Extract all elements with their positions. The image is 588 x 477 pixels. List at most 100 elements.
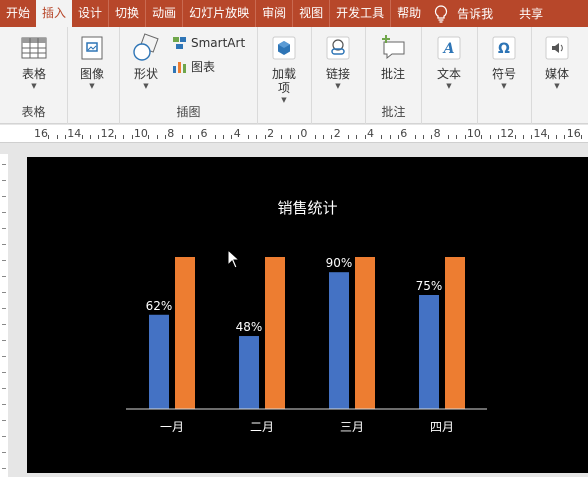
speaker-icon	[545, 36, 569, 60]
bar-series-2[interactable]	[355, 257, 375, 409]
data-label[interactable]: 90%	[326, 256, 353, 270]
svg-text:A: A	[442, 41, 455, 57]
bar-series-2[interactable]	[175, 257, 195, 409]
ruler-tick	[314, 135, 316, 139]
share-button[interactable]: 共享	[519, 5, 543, 22]
chevron-down-icon: ▼	[446, 82, 452, 90]
ruler-number: 6	[200, 127, 208, 140]
bar-series-1[interactable]	[419, 295, 439, 409]
addins-button-label: 加载项	[271, 67, 296, 95]
slide[interactable]: 销售统计 62% 一月 48% 二月 90% 三月 75% 四月	[27, 157, 588, 473]
ruler-tick	[2, 436, 6, 437]
category-label[interactable]: 二月	[250, 420, 274, 434]
chevron-down-icon: ▼	[89, 82, 95, 90]
ruler-number: 10	[466, 127, 481, 140]
ruler-tick	[489, 135, 491, 139]
tell-me-search[interactable]: 告诉我	[455, 5, 493, 22]
ruler-number: 12	[500, 127, 515, 140]
bar-series-1[interactable]	[149, 314, 169, 409]
data-label[interactable]: 48%	[236, 320, 263, 334]
data-label[interactable]: 62%	[146, 299, 173, 313]
ruler-tick	[189, 135, 191, 139]
ruler-number: 0	[300, 127, 308, 140]
ruler-tick	[364, 135, 366, 139]
ruler-tick	[331, 135, 333, 139]
ruler-tick	[2, 324, 6, 325]
tab-developer[interactable]: 开发工具	[330, 0, 390, 27]
ruler-tick	[481, 135, 483, 139]
chart-button[interactable]: 图表	[172, 58, 215, 75]
tab-review[interactable]: 审阅	[256, 0, 292, 27]
ruler-tick	[164, 135, 166, 139]
addins-cube-icon	[272, 36, 296, 60]
chart-label: 图表	[191, 60, 216, 74]
tab-design[interactable]: 设计	[72, 0, 108, 27]
category-label[interactable]: 三月	[340, 420, 364, 434]
mouse-pointer-icon	[227, 249, 241, 269]
bar-series-2[interactable]	[445, 257, 465, 409]
horizontal-ruler[interactable]: 16 14 12 10 8 6 4 2 0 2 4 6 8 10 12 14 16	[0, 125, 588, 143]
ruler-tick	[2, 260, 6, 261]
symbol-button-label: 符号	[491, 67, 516, 81]
lightbulb-icon[interactable]	[427, 0, 455, 27]
tab-view[interactable]: 视图	[293, 0, 329, 27]
smartart-button[interactable]: SmartArt	[172, 36, 245, 50]
table-button[interactable]: 表格 ▼	[19, 33, 49, 90]
ruler-tick	[2, 372, 6, 373]
ruler-tick	[414, 135, 416, 139]
bar-chart[interactable]: 62% 一月 48% 二月 90% 三月 75% 四月	[27, 157, 588, 473]
svg-text:Ω: Ω	[498, 41, 510, 57]
ruler-tick	[123, 135, 125, 139]
bar-series-2[interactable]	[265, 257, 285, 409]
shapes-button-label: 形状	[133, 67, 158, 81]
ruler-number: 2	[267, 127, 275, 140]
vertical-ruler[interactable]	[0, 154, 8, 477]
ruler-tick	[2, 420, 6, 421]
group-links: 链接 ▼	[312, 27, 366, 124]
symbol-button[interactable]: Ω 符号 ▼	[489, 33, 519, 90]
comment-button[interactable]: 批注	[378, 33, 408, 81]
tab-animations[interactable]: 动画	[146, 0, 182, 27]
ribbon-tab-bar: 开始 插入 设计 切换 动画 幻灯片放映 审阅 视图 开发工具 帮助 告诉我 共…	[0, 0, 588, 27]
bar-series-1[interactable]	[239, 336, 259, 409]
ruler-number: 2	[333, 127, 341, 140]
ruler-tick	[264, 135, 266, 139]
addins-button[interactable]: 加载项 ▼	[269, 33, 299, 104]
ruler-tick	[181, 135, 183, 139]
tab-slideshow[interactable]: 幻灯片放映	[183, 0, 255, 27]
shapes-button[interactable]: 形状 ▼	[131, 33, 161, 90]
slide-editing-area: 销售统计 62% 一月 48% 二月 90% 三月 75% 四月	[0, 144, 588, 477]
ruler-tick	[48, 135, 50, 139]
ruler-tick	[114, 135, 116, 139]
text-button[interactable]: A 文本 ▼	[434, 33, 464, 90]
category-label[interactable]: 一月	[160, 420, 184, 434]
image-button[interactable]: 图像 ▼	[77, 33, 107, 90]
category-label[interactable]: 四月	[430, 420, 454, 434]
bar-series-1[interactable]	[329, 272, 349, 409]
tab-help[interactable]: 帮助	[391, 0, 427, 27]
link-button[interactable]: 链接 ▼	[323, 33, 353, 90]
ruler-tick	[2, 292, 6, 293]
ruler-tick	[431, 135, 433, 139]
ruler-tick	[323, 135, 325, 139]
ruler-tick	[397, 135, 399, 139]
tab-insert[interactable]: 插入	[36, 0, 73, 27]
ruler-tick	[2, 308, 6, 309]
ruler-tick	[2, 356, 6, 357]
ruler-tick	[81, 135, 83, 139]
data-label[interactable]: 75%	[416, 279, 443, 293]
ruler-tick	[98, 135, 100, 139]
ruler-number: 8	[167, 127, 175, 140]
tab-transitions[interactable]: 切换	[109, 0, 145, 27]
ruler-tick	[223, 135, 225, 139]
link-icon	[326, 36, 350, 60]
ruler-tick	[581, 135, 583, 139]
tab-home[interactable]: 开始	[0, 0, 36, 27]
ruler-tick	[198, 135, 200, 139]
ruler-tick	[514, 135, 516, 139]
ruler-tick	[522, 135, 524, 139]
media-button[interactable]: 媒体 ▼	[542, 33, 572, 90]
ruler-tick	[256, 135, 258, 139]
ruler-tick	[2, 340, 6, 341]
ruler-tick	[422, 135, 424, 139]
